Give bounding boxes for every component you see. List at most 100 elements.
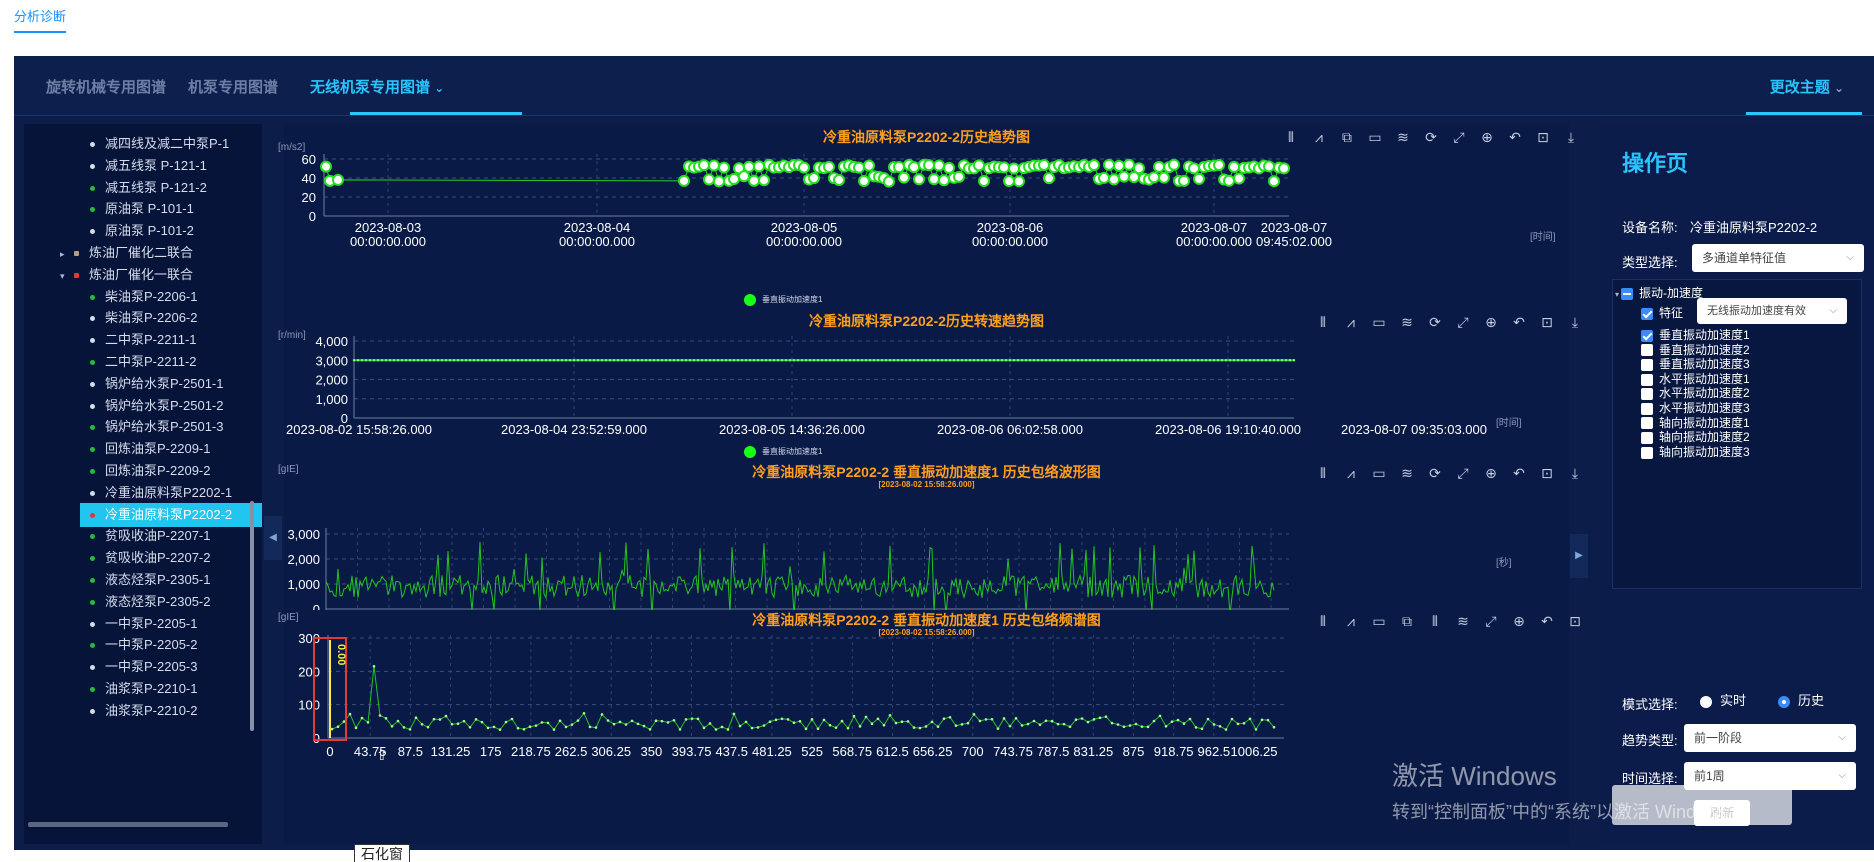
data-point [744,720,748,724]
data-point [528,725,532,729]
data-point [552,728,556,731]
tree-item[interactable]: 冷重油原料泵P2202-1 [90,481,232,505]
data-point [964,359,968,362]
tree-item[interactable]: 柴油泵P-2206-2 [90,306,197,330]
tab-rotating-machinery[interactable]: 旋转机械专用图谱 [46,76,166,97]
channel-checkbox[interactable] [1641,446,1653,459]
tree-item-label: 二中泵P-2211-2 [105,354,197,369]
channel-checkbox[interactable] [1641,402,1653,415]
tab-wireless-pump[interactable]: 无线机泵专用图谱 ⌄ [310,76,444,97]
tree-item[interactable]: 回炼油泵P-2209-1 [90,437,210,461]
tree-horizontal-scrollbar[interactable] [28,822,228,827]
radio-realtime[interactable] [1700,695,1712,708]
data-point [943,161,955,174]
channel-option[interactable]: 水平振动加速度3 [1641,401,1750,415]
channel-option[interactable]: 垂直振动加速度1 [1641,328,1750,342]
tree-item[interactable]: 一中泵P-2205-1 [90,612,197,636]
tree-item[interactable]: 油浆泵P-2210-2 [90,699,197,723]
channel-checkbox[interactable] [1641,329,1653,342]
status-dot-icon [90,708,95,714]
tree-item[interactable]: 减五线泵 P-121-2 [90,176,207,200]
data-point [1096,359,1100,362]
data-point [703,173,715,186]
channel-checkbox[interactable] [1641,344,1653,357]
channel-option[interactable]: 垂直振动加速度3 [1641,357,1750,371]
feature-select[interactable]: 无线振动加速度有效 ⌵ [1697,298,1847,324]
mode-history-option[interactable]: 历史 [1778,690,1824,709]
channel-option[interactable]: 水平振动加速度1 [1641,372,1750,386]
channel-checkbox[interactable] [1641,388,1653,401]
trend-chart-legend[interactable]: 垂直振动加速度1 [744,294,822,306]
spectrum-chart-plot[interactable]: 30020010000 43.75 87.5 131.25 175 218.75 262.5… [284,610,1569,844]
data-point [642,724,646,728]
channel-option[interactable]: 轴向振动加速度1 [1641,416,1750,430]
tree-item-label: 减五线泵 P-121-2 [105,179,207,195]
collapse-right-icon[interactable]: ▶ [1570,534,1588,578]
data-point [743,160,755,173]
tree-item[interactable]: 锅炉给水泵P-2501-3 [90,415,223,439]
tree-item[interactable]: 贫吸收油P-2207-1 [90,524,210,548]
tree-item[interactable]: 原油泵 P-101-1 [90,197,194,221]
change-theme-button[interactable]: 更改主题 ⌄ [1770,76,1844,97]
tab-pump[interactable]: 机泵专用图谱 [188,76,278,97]
speed-chart-legend[interactable]: 垂直振动加速度1 [744,446,822,458]
data-point [372,359,376,362]
tree-item[interactable]: 冷重油原料泵P2202-2 [80,502,262,527]
x-tick-label: 306.25 [591,744,631,759]
tree-item[interactable]: 锅炉给水泵P-2501-2 [90,394,223,418]
data-point [863,159,875,172]
tree-scrollbar[interactable] [250,501,254,731]
tree-item[interactable]: 一中泵P-2205-2 [90,633,197,657]
channel-checkbox[interactable] [1641,373,1653,386]
tree-item-label: 减四线及减二中泵P-1 [105,136,230,151]
data-point [712,359,716,362]
data-point [1188,162,1200,175]
waveform-chart-plot[interactable]: 3,0002,0001,0000-1,00000.010.010.020.030… [284,458,1569,610]
channel-checkbox[interactable] [1641,417,1653,430]
tree-item[interactable]: 原油泵 P-101-2 [90,219,194,243]
channel-option[interactable]: 轴向振动加速度3 [1641,445,1750,459]
tree-item[interactable]: 减四线及减二中泵P-1 [90,132,229,156]
tree-item[interactable]: 锅炉给水泵P-2501-1 [90,372,223,396]
tree-item[interactable]: ▾ 炼油厂催化一联合 [60,263,193,287]
tree-item[interactable]: 减五线泵 P-121-1 [90,154,207,178]
mode-realtime-option[interactable]: 实时 [1700,690,1746,709]
channel-option[interactable]: 垂直振动加速度2 [1641,343,1750,357]
tab-analysis-diagnosis[interactable]: 分析诊断 [14,6,67,33]
trend-chart-plot[interactable]: 60402002023-08-0300:00:00.0002023-08-040… [284,124,1569,284]
tree-item[interactable]: 二中泵P-2211-1 [90,328,197,352]
tree-item[interactable]: 液态烃泵P-2305-2 [90,590,210,614]
tree-item-label: 一中泵P-2205-1 [105,615,198,631]
tree-item[interactable]: 柴油泵P-2206-1 [90,285,197,309]
group-checkbox[interactable] [1621,287,1634,300]
trend-type-select[interactable]: 前一阶段 ⌵ [1684,724,1856,752]
data-point [468,725,472,729]
data-point [748,359,752,362]
group-vibration-acc[interactable]: ▾ 振动-加速度 [1615,286,1703,302]
tree-item[interactable]: ▸ 炼油厂催化二联合 [60,241,193,265]
tree-item[interactable]: 二中泵P-2211-2 [90,350,197,374]
collapse-left-icon[interactable]: ◀ [264,516,282,560]
channel-option[interactable]: 水平振动加速度2 [1641,386,1750,400]
type-select[interactable]: 多通道单特征值 ⌵ [1692,244,1864,272]
taskbar-label[interactable]: 石化窗 [354,844,410,862]
data-point [594,726,598,729]
radio-history[interactable] [1778,695,1790,708]
channel-checkbox[interactable] [1641,359,1653,372]
tree-item[interactable]: 液态烃泵P-2305-1 [90,568,210,592]
feature-checkbox[interactable] [1641,307,1653,320]
caret-down-icon[interactable]: ▾ [60,264,68,288]
tree-item[interactable]: 回炼油泵P-2209-2 [90,459,210,483]
data-point [456,722,460,726]
legend-marker-icon [744,294,756,306]
channel-checkbox[interactable] [1641,432,1653,445]
data-point [804,727,808,731]
tree-item[interactable]: 油浆泵P-2210-1 [90,677,197,701]
tree-item[interactable]: 贫吸收油P-2207-2 [90,546,210,570]
data-point [823,160,835,173]
speed-chart-plot[interactable]: 4,0003,0002,0001,00002023-08-02 15:58:26… [284,306,1569,456]
x-tick-date: 2023-08-04 [564,220,631,235]
data-point [884,359,888,362]
tree-item[interactable]: 一中泵P-2205-3 [90,655,197,679]
channel-option[interactable]: 轴向振动加速度2 [1641,430,1750,444]
